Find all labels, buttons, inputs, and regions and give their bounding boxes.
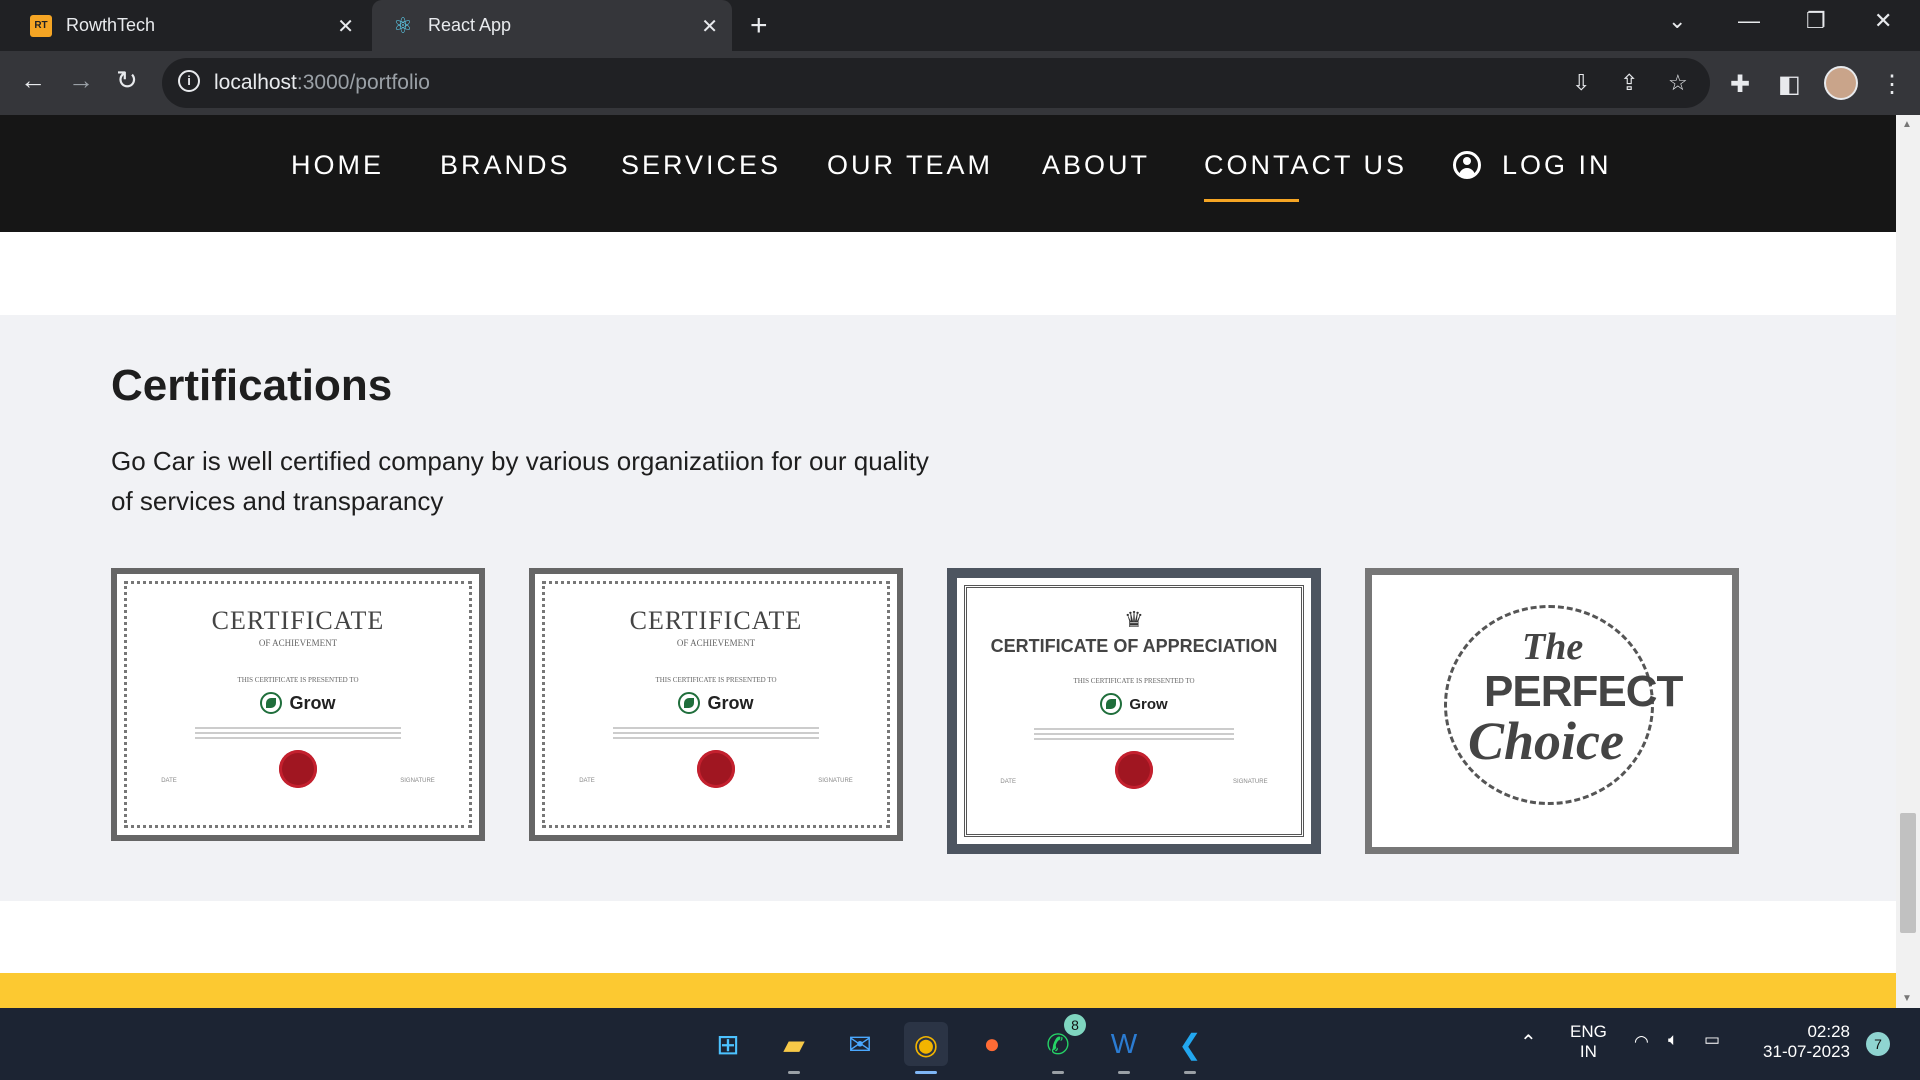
notification-badge[interactable]: 7 [1866, 1032, 1890, 1056]
leaf-icon [678, 692, 701, 714]
certificate-heading: CERTIFICATE [629, 606, 803, 635]
back-arrow-icon[interactable]: ← [20, 65, 46, 96]
word-icon[interactable]: W [1102, 1022, 1146, 1074]
menu-kebab-icon[interactable]: ⋮ [1880, 70, 1904, 99]
nav-our-team[interactable]: OUR TEAM [827, 150, 993, 181]
footer-band [0, 973, 1896, 1008]
bookmark-star-icon[interactable]: ☆ [1668, 70, 1688, 96]
wifi-icon[interactable]: ◠ [1634, 1032, 1649, 1052]
badge-text-the: The [1522, 626, 1584, 668]
badge-frame: The PERFECT Choice [1365, 568, 1739, 854]
section-title: Certifications [111, 361, 393, 410]
leaf-icon [1100, 693, 1123, 715]
react-favicon-icon: ⚛ [393, 12, 413, 38]
certificate-subheading: OF ACHIEVEMENT [676, 638, 756, 648]
section-description: Go Car is well certified company by vari… [111, 446, 929, 516]
certificate-card[interactable]: ♛ CERTIFICATE OF APPRECIATION THIS CERTI… [947, 568, 1321, 854]
whatsapp-icon[interactable]: ✆ 8 [1036, 1014, 1086, 1074]
browser-toolbar: ← → ↻ i localhost:3000/portfolio ⇩ ⇪ ☆ ✚… [0, 51, 1920, 115]
reload-icon[interactable]: ↻ [116, 65, 138, 96]
perfect-choice-badge: The PERFECT Choice [1372, 575, 1732, 847]
vscode-icon[interactable]: ❮ [1168, 1022, 1212, 1074]
page-viewport: HOME BRANDS SERVICES OUR TEAM ABOUT CONT… [0, 115, 1896, 1008]
grow-logo: Grow [1100, 693, 1168, 715]
install-app-icon[interactable]: ⇩ [1572, 70, 1590, 96]
tab-react-app[interactable]: ⚛ React App ✕ [372, 0, 732, 51]
windows-taskbar: ⊞ ▰ ✉ ◉ ● ✆ 8 W ❮ ⌃ ENG IN ◠ 🔈︎ ▭ 02:28 3… [0, 1008, 1920, 1080]
certificate-frame: CERTIFICATE OF ACHIEVEMENT THIS CERTIFIC… [111, 568, 485, 841]
certificate-presented: THIS CERTIFICATE IS PRESENTED TO [237, 676, 359, 684]
certificate-presented: THIS CERTIFICATE IS PRESENTED TO [655, 676, 777, 684]
site-info-icon[interactable]: i [178, 70, 200, 92]
nav-about[interactable]: ABOUT [1042, 150, 1150, 181]
mail-icon[interactable]: ✉ [838, 1022, 882, 1066]
address-bar[interactable]: i localhost:3000/portfolio ⇩ ⇪ ☆ [162, 58, 1710, 108]
tab-title: RowthTech [66, 15, 156, 35]
certificate-body-lines [613, 724, 819, 742]
crown-icon: ♛ [1124, 607, 1144, 632]
volume-icon[interactable]: 🔈︎ [1668, 1030, 1678, 1050]
page-scrollbar[interactable]: ▲ ▼ [1896, 115, 1920, 1008]
chrome-icon[interactable]: ◉ [904, 1022, 948, 1074]
postman-icon[interactable]: ● [970, 1022, 1014, 1066]
nav-login[interactable]: LOG IN [1502, 150, 1612, 181]
user-circle-icon[interactable] [1453, 151, 1481, 179]
close-tab-icon[interactable]: ✕ [701, 14, 718, 39]
close-window-icon[interactable]: ✕ [1874, 8, 1892, 34]
nav-contact-us[interactable]: CONTACT US [1204, 150, 1407, 181]
leaf-icon [260, 692, 283, 714]
certificate-heading: CERTIFICATE OF APPRECIATION [990, 636, 1278, 656]
certificate-body-lines [1033, 725, 1235, 743]
tab-rowthtech[interactable]: RT RowthTech ✕ [0, 0, 368, 51]
minimize-icon[interactable]: — [1738, 8, 1760, 34]
certificate-card[interactable]: CERTIFICATE OF ACHIEVEMENT THIS CERTIFIC… [529, 568, 903, 841]
forward-arrow-icon[interactable]: → [68, 65, 94, 96]
url-text[interactable]: localhost:3000/portfolio [214, 71, 430, 95]
certificate-frame: ♛ CERTIFICATE OF APPRECIATION THIS CERTI… [947, 568, 1321, 854]
browser-tab-bar: RT RowthTech ✕ ⚛ React App ✕ + ⌄ — ❐ ✕ [0, 0, 1920, 51]
share-icon[interactable]: ⇪ [1620, 70, 1638, 96]
certificate-card[interactable]: CERTIFICATE OF ACHIEVEMENT THIS CERTIFIC… [111, 568, 485, 841]
windows-start-icon[interactable]: ⊞ [706, 1022, 750, 1066]
nav-brands[interactable]: BRANDS [440, 150, 571, 181]
signature-row: DATE SIGNATURE [1000, 779, 1268, 785]
active-nav-underline [1204, 199, 1299, 202]
signature-row: DATE SIGNATURE [161, 778, 435, 784]
side-panel-icon[interactable]: ◧ [1778, 70, 1801, 99]
new-tab-button[interactable]: + [750, 9, 768, 43]
tab-search-chevron-icon[interactable]: ⌄ [1668, 8, 1686, 34]
file-explorer-icon[interactable]: ▰ [772, 1022, 816, 1074]
certificate-frame: CERTIFICATE OF ACHIEVEMENT THIS CERTIFIC… [529, 568, 903, 841]
language-indicator[interactable]: ENG IN [1570, 1022, 1607, 1062]
perfect-choice-card[interactable]: The PERFECT Choice [1365, 568, 1739, 854]
certificate-subheading: OF ACHIEVEMENT [258, 638, 338, 648]
restore-icon[interactable]: ❐ [1806, 8, 1826, 34]
scroll-down-arrow-icon[interactable]: ▼ [1902, 993, 1912, 1004]
grow-logo: Grow [678, 692, 754, 714]
site-navbar: HOME BRANDS SERVICES OUR TEAM ABOUT CONT… [0, 115, 1896, 232]
signature-row: DATE SIGNATURE [579, 778, 853, 784]
close-tab-icon[interactable]: ✕ [337, 14, 354, 39]
battery-icon[interactable]: ▭ [1704, 1030, 1720, 1050]
badge-text-choice: Choice [1468, 711, 1624, 771]
nav-services[interactable]: SERVICES [621, 150, 781, 181]
extensions-puzzle-icon[interactable]: ✚ [1730, 70, 1750, 99]
tray-chevron-up-icon[interactable]: ⌃ [1520, 1030, 1537, 1055]
certificate-body-lines [195, 724, 401, 742]
grow-logo: Grow [260, 692, 336, 714]
rt-favicon-icon: RT [30, 14, 52, 37]
certificate-heading: CERTIFICATE [211, 606, 385, 635]
clock[interactable]: 02:28 31-07-2023 [1750, 1022, 1850, 1062]
tab-title: React App [428, 15, 512, 35]
scrollbar-thumb[interactable] [1900, 813, 1916, 933]
certificate-presented: THIS CERTIFICATE IS PRESENTED TO [1073, 677, 1195, 685]
nav-home[interactable]: HOME [291, 150, 384, 181]
whatsapp-badge: 8 [1064, 1014, 1086, 1036]
certifications-section: Certifications Go Car is well certified … [0, 315, 1896, 901]
profile-avatar[interactable] [1824, 66, 1858, 100]
scroll-up-arrow-icon[interactable]: ▲ [1902, 119, 1912, 130]
